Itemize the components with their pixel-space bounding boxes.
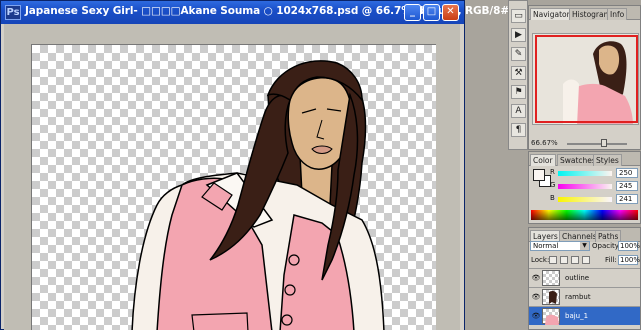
color-panel: Color Swatches Styles R 250 G 245 B 241 (528, 151, 641, 224)
document-window: Ps Japanese Sexy Girl- □□□□Akane Souma ○… (0, 0, 514, 330)
type-tool-icon[interactable]: A (511, 104, 526, 118)
blend-mode-select[interactable]: Normal ▼ (530, 241, 590, 251)
document-title: Japanese Sexy Girl- □□□□Akane Souma ○ 10… (25, 5, 514, 17)
color-channel-g: G 245 (549, 181, 641, 193)
blue-slider[interactable] (558, 197, 612, 202)
fill-label: Fill: (605, 256, 617, 264)
tab-color[interactable]: Color (530, 154, 556, 166)
channel-label-g: G (550, 181, 556, 189)
fill-field[interactable]: 100% (618, 255, 640, 265)
navigator-thumbnail[interactable] (532, 33, 639, 125)
move-tool-icon[interactable]: ▶ (511, 28, 526, 42)
brush-tool-icon[interactable]: ✎ (511, 47, 526, 61)
shirt-thumbnail-art (545, 314, 559, 325)
layer-thumbnail (542, 308, 560, 325)
visibility-eye-icon[interactable]: 👁 (531, 274, 541, 282)
chevron-down-icon[interactable]: ▼ (580, 242, 589, 250)
navigator-zoom-slider[interactable] (567, 143, 627, 145)
color-channel-b: B 241 (549, 194, 641, 206)
layer-row-outline[interactable]: 👁 outline (529, 268, 640, 287)
color-tabbar: Color Swatches Styles (529, 152, 640, 166)
layer-thumbnail (542, 289, 560, 305)
stamp-tool-icon[interactable]: ⚒ (511, 66, 526, 80)
navigator-panel: Navigator Histogram Info 66.67% (528, 5, 641, 150)
opacity-label: Opacity: (592, 242, 621, 250)
layer-row-rambut[interactable]: 👁 rambut (529, 287, 640, 306)
foreground-color-swatch[interactable] (533, 169, 545, 181)
channel-label-r: R (550, 168, 555, 176)
opacity-field[interactable]: 100% (618, 241, 640, 251)
layer-name: outline (565, 274, 590, 282)
document-workspace (4, 24, 461, 330)
image-canvas[interactable] (31, 44, 436, 330)
layers-tabbar: Layers Channels Paths (529, 228, 640, 242)
tab-navigator[interactable]: Navigator (530, 8, 573, 20)
marquee-tool-icon[interactable]: ▭ (511, 9, 526, 23)
layer-thumbnail (542, 270, 560, 286)
tab-styles[interactable]: Styles (593, 154, 622, 166)
layer-name: rambut (565, 293, 591, 301)
photoshop-app-icon: Ps (5, 5, 21, 20)
navigator-view-box[interactable] (535, 35, 638, 123)
blue-value-field[interactable]: 241 (616, 194, 638, 204)
red-value-field[interactable]: 250 (616, 168, 638, 178)
navigator-zoom-knob[interactable] (601, 139, 607, 147)
navigator-tabbar: Navigator Histogram Info (529, 6, 640, 20)
layer-row-baju-1[interactable]: 👁 baju_1 (529, 306, 640, 325)
hair-thumbnail-art (549, 290, 557, 304)
vest-button (281, 314, 293, 326)
navigator-zoom-value[interactable]: 66.67% (531, 139, 558, 147)
vest-button (284, 284, 296, 296)
artwork-illustration (131, 60, 385, 330)
vest-button (288, 254, 300, 266)
channel-label-b: B (550, 194, 555, 202)
layers-panel: Layers Channels Paths Normal ▼ Opacity: … (528, 227, 641, 330)
paragraph-tool-icon[interactable]: ¶ (511, 123, 526, 137)
blend-mode-value: Normal (533, 242, 559, 250)
green-value-field[interactable]: 245 (616, 181, 638, 191)
bucket-tool-icon[interactable]: ⚑ (511, 85, 526, 99)
tab-info[interactable]: Info (607, 8, 628, 20)
lock-label: Lock: (531, 256, 550, 264)
color-spectrum-ramp[interactable] (531, 210, 638, 220)
document-titlebar[interactable]: Ps Japanese Sexy Girl- □□□□Akane Souma ○… (1, 1, 514, 24)
visibility-eye-icon[interactable]: 👁 (531, 312, 541, 320)
visibility-eye-icon[interactable]: 👁 (531, 293, 541, 301)
minimize-button[interactable]: _ (404, 4, 421, 21)
close-button[interactable]: ✕ (442, 4, 459, 21)
document-vertical-scrollbar[interactable] (460, 24, 464, 330)
green-slider[interactable] (558, 184, 612, 189)
lock-position-icon[interactable] (571, 256, 579, 264)
tool-strip: ▭ ▶ ✎ ⚒ ⚑ A ¶ (508, 0, 528, 150)
color-channel-r: R 250 (549, 168, 641, 180)
red-slider[interactable] (558, 171, 612, 176)
lock-transparency-icon[interactable] (549, 256, 557, 264)
lock-pixels-icon[interactable] (560, 256, 568, 264)
maximize-button[interactable]: □ (423, 4, 440, 21)
lock-all-icon[interactable] (582, 256, 590, 264)
layer-name: baju_1 (565, 312, 589, 320)
